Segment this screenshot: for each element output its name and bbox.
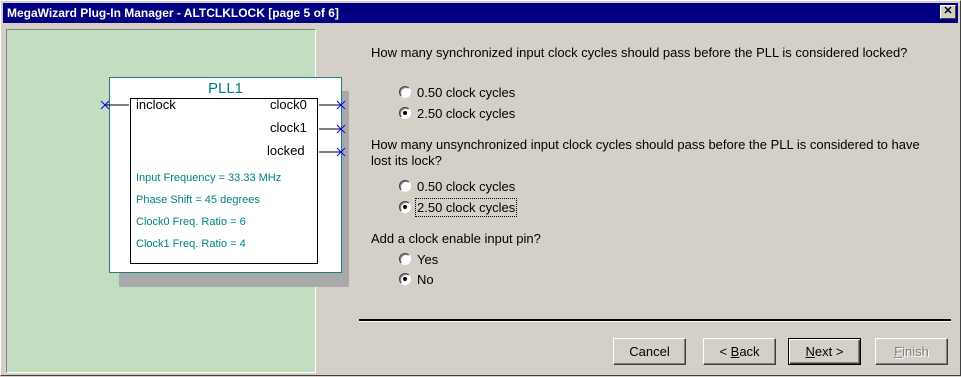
title-bar[interactable]: MegaWizard Plug-In Manager - ALTCLKLOCK … <box>3 3 958 23</box>
radio-clock-enable-no[interactable]: No <box>399 270 434 288</box>
back-label-prefix: < <box>719 344 731 359</box>
radio-label: 0.50 clock cycles <box>417 84 516 100</box>
window-title: MegaWizard Plug-In Manager - ALTCLKLOCK … <box>7 6 339 20</box>
radio-clock-enable-yes[interactable]: Yes <box>399 250 438 268</box>
port-inclock: inclock <box>136 97 176 112</box>
param-clock1-ratio: Clock1 Freq. Ratio = 4 <box>136 238 246 250</box>
close-icon: ✕ <box>943 5 953 17</box>
next-button[interactable]: Next > <box>788 338 861 365</box>
radio-label: 2.50 clock cycles <box>417 105 516 121</box>
radio-button-selected[interactable] <box>399 107 411 119</box>
radio-label: 2.50 clock cycles <box>414 197 518 217</box>
radio-unsync-0-50[interactable]: 0.50 clock cycles <box>399 177 515 195</box>
cancel-label: Cancel <box>629 344 670 359</box>
block-name: PLL1 <box>207 80 244 97</box>
radio-unsync-2-50[interactable]: 2.50 clock cycles <box>399 197 518 217</box>
radio-label: No <box>417 271 434 287</box>
finish-label-mnemonic: F <box>894 344 903 359</box>
finish-label-rest: inish <box>902 344 929 359</box>
question-sync-cycles: How many synchronized input clock cycles… <box>371 45 908 60</box>
param-clock0-ratio: Clock0 Freq. Ratio = 6 <box>136 216 246 228</box>
finish-button[interactable]: Finish <box>875 338 948 365</box>
separator-highlight <box>359 321 951 322</box>
next-label-rest: ext > <box>814 344 844 359</box>
next-label-mnemonic: N <box>805 344 815 359</box>
wizard-window: MegaWizard Plug-In Manager - ALTCLKLOCK … <box>0 0 961 376</box>
port-clock1: clock1 <box>270 120 307 135</box>
radio-button-selected[interactable] <box>399 273 411 285</box>
back-button[interactable]: < Back <box>703 338 776 365</box>
radio-button[interactable] <box>399 253 411 265</box>
cancel-button[interactable]: Cancel <box>613 338 686 365</box>
port-clock0: clock0 <box>270 97 307 112</box>
radio-button[interactable] <box>399 86 411 98</box>
radio-button[interactable] <box>399 180 411 192</box>
param-phase-shift: Phase Shift = 45 degrees <box>136 194 260 206</box>
question-unsync-cycles: How many unsynchronized input clock cycl… <box>371 137 920 168</box>
radio-sync-2-50[interactable]: 2.50 clock cycles <box>399 104 515 122</box>
radio-button-selected[interactable] <box>399 201 411 213</box>
radio-label: 0.50 clock cycles <box>417 178 516 194</box>
port-locked: locked <box>267 143 305 158</box>
param-input-frequency: Input Frequency = 33.33 MHz <box>136 172 282 184</box>
radio-sync-0-50[interactable]: 0.50 clock cycles <box>399 83 515 101</box>
close-button[interactable]: ✕ <box>940 5 956 19</box>
back-label-rest: ack <box>739 344 760 359</box>
radio-label: Yes <box>417 251 439 267</box>
question-clock-enable: Add a clock enable input pin? <box>371 231 541 246</box>
